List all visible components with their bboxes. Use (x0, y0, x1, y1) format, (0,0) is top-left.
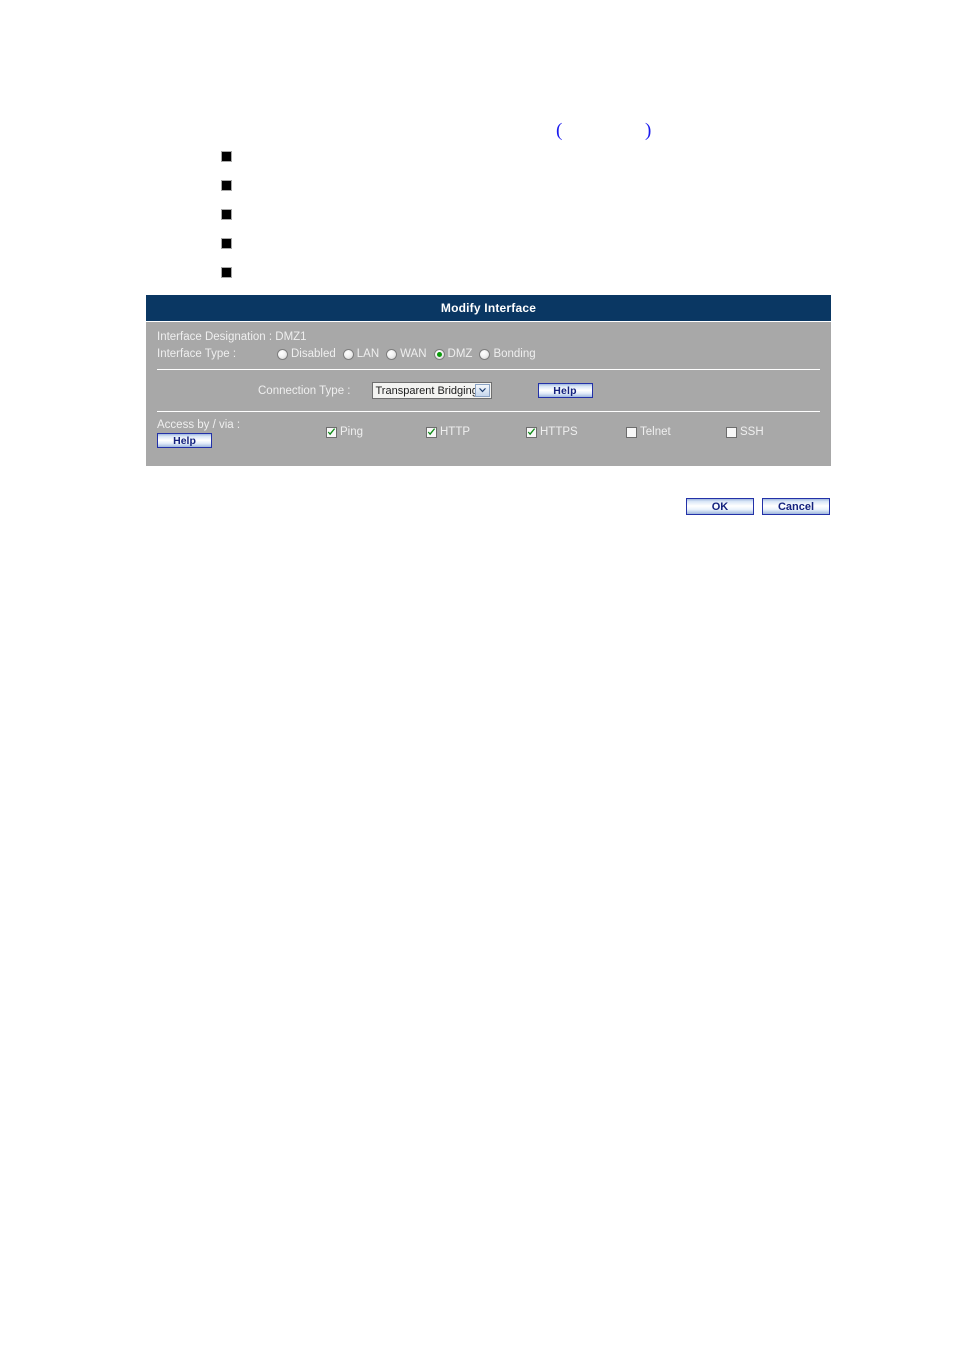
connection-type-label: Connection Type : (258, 384, 351, 397)
checkbox-ssh[interactable]: SSH (726, 426, 826, 438)
access-section: Access by / via : Help Ping HTTP HTTPS T… (146, 412, 831, 466)
interface-section: Interface Designation : DMZ1 Interface T… (146, 322, 831, 369)
dialog-footer: OK Cancel (686, 498, 830, 515)
access-checkbox-group: Ping HTTP HTTPS Telnet SSH (326, 426, 826, 438)
checkbox-telnet[interactable]: Telnet (626, 426, 726, 438)
checkbox-icon-unchecked[interactable] (726, 426, 737, 438)
radio-label: DMZ (447, 348, 473, 360)
access-help-button[interactable]: Help (157, 433, 212, 448)
radio-interface-type-disabled[interactable]: Disabled (277, 348, 336, 360)
list-item (221, 180, 232, 209)
paren-open: ( (556, 120, 563, 141)
list-item (221, 209, 232, 238)
radio-label: Bonding (493, 348, 536, 360)
square-bullet-icon (221, 238, 232, 249)
radio-interface-type-dmz[interactable]: DMZ (433, 348, 473, 360)
radio-icon[interactable] (479, 348, 491, 360)
radio-label: LAN (356, 348, 380, 360)
checkbox-label: HTTPS (540, 426, 578, 438)
interface-designation-row: Interface Designation : DMZ1 (146, 331, 831, 348)
checkbox-label: SSH (740, 426, 764, 438)
checkbox-icon-checked[interactable] (526, 426, 537, 438)
checkbox-icon-unchecked[interactable] (626, 426, 637, 438)
chevron-down-icon[interactable] (474, 384, 490, 397)
checkbox-icon-checked[interactable] (326, 426, 337, 438)
connection-type-help-button[interactable]: Help (537, 383, 593, 398)
interface-type-label: Interface Type : (157, 348, 237, 360)
radio-interface-type-lan[interactable]: LAN (342, 348, 380, 360)
checkbox-label: Ping (340, 426, 364, 438)
checkbox-http[interactable]: HTTP (426, 426, 526, 438)
dialog-body: Interface Designation : DMZ1 Interface T… (146, 322, 831, 466)
interface-designation-text: Interface Designation : DMZ1 (157, 331, 307, 343)
connection-type-select[interactable]: Transparent Bridging (371, 382, 492, 399)
radio-label: Disabled (291, 348, 336, 360)
paren-close: ) (645, 120, 652, 141)
radio-interface-type-wan[interactable]: WAN (386, 348, 427, 360)
radio-icon[interactable] (386, 348, 398, 360)
radio-icon[interactable] (277, 348, 288, 360)
dialog-title: Modify Interface (146, 295, 831, 322)
checkbox-https[interactable]: HTTPS (526, 426, 626, 438)
cancel-button[interactable]: Cancel (762, 498, 830, 515)
square-bullet-icon (221, 209, 232, 220)
radio-label: WAN (400, 348, 427, 360)
list-item (221, 238, 232, 267)
connection-type-section: Connection Type : Transparent Bridging H… (146, 370, 831, 411)
radio-icon[interactable] (342, 348, 354, 360)
square-bullet-icon (221, 267, 232, 278)
checkbox-ping[interactable]: Ping (326, 426, 426, 438)
interface-type-row: Interface Type : Disabled LAN WAN DMZ Bo… (146, 348, 831, 360)
square-bullet-icon (221, 180, 232, 191)
list-item (221, 151, 232, 180)
connection-type-selected-value: Transparent Bridging (375, 384, 478, 397)
checkbox-label: HTTP (440, 426, 471, 438)
radio-interface-type-bonding[interactable]: Bonding (479, 348, 536, 360)
bullet-list (221, 151, 232, 296)
list-item (221, 267, 232, 296)
checkbox-label: Telnet (640, 426, 671, 438)
modify-interface-dialog: Modify Interface Interface Designation :… (146, 295, 831, 466)
radio-icon-selected[interactable] (433, 348, 445, 360)
ok-button[interactable]: OK (686, 498, 754, 515)
checkbox-icon-checked[interactable] (426, 426, 437, 438)
square-bullet-icon (221, 151, 232, 162)
interface-type-radio-group: Disabled LAN WAN DMZ Bonding (277, 348, 543, 360)
